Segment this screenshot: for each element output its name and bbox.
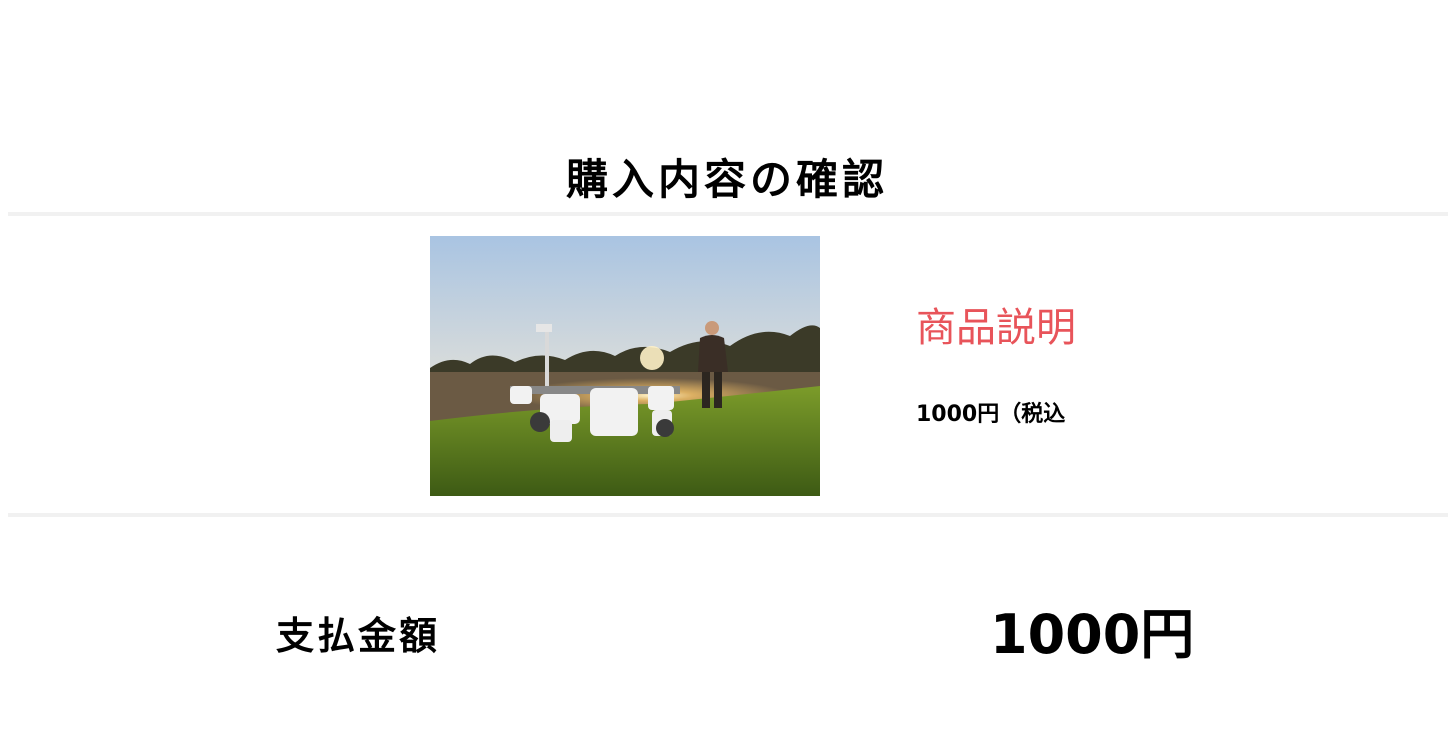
product-info: 商品説明 1000円（税込 (916, 300, 1076, 430)
divider-top (8, 212, 1448, 216)
purchase-confirmation-page: 購入内容の確認 商品説明 1000円（税込 支払金額 1000円 (0, 0, 1454, 752)
page-title: 購入内容の確認 (565, 155, 888, 204)
payment-label: 支払金額 (276, 614, 441, 658)
product-price: 1000円（税込 (916, 402, 1066, 427)
payment-amount: 1000円 (990, 603, 1195, 666)
product-image (430, 236, 820, 496)
divider-bottom (8, 513, 1448, 517)
product-name: 商品説明 (916, 305, 1076, 351)
